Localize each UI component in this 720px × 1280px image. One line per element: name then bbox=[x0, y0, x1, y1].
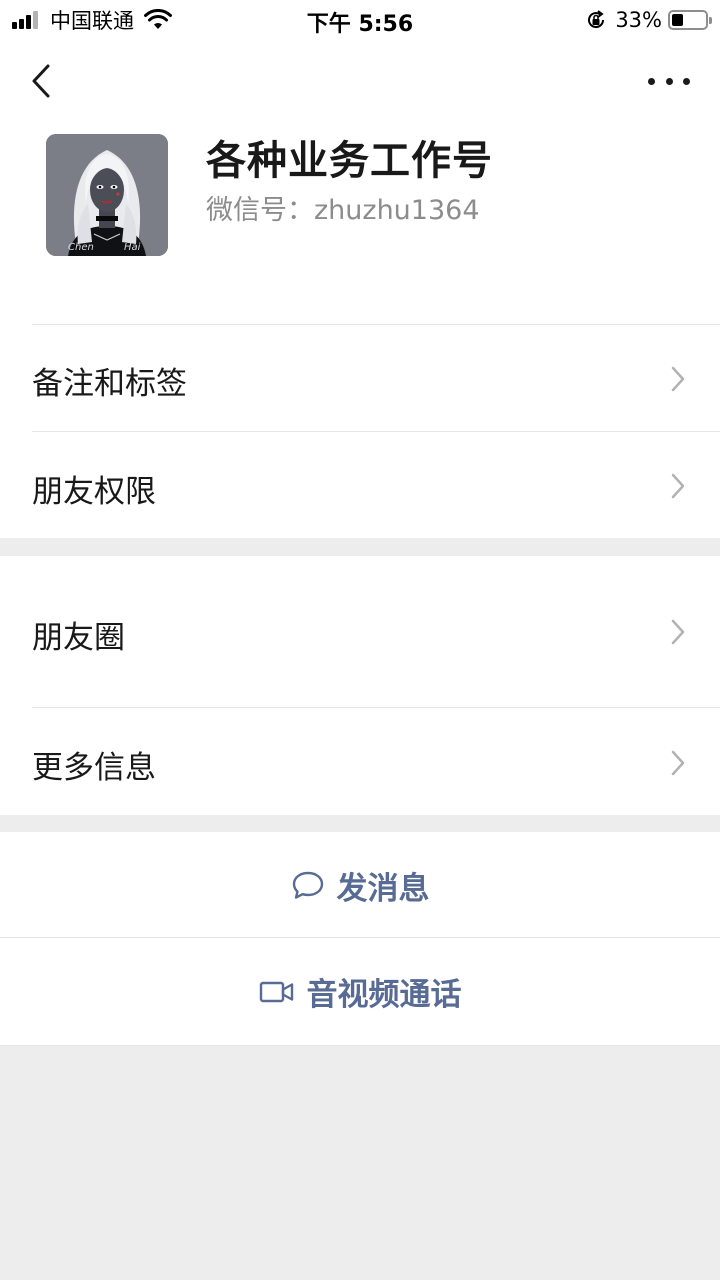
rotation-lock-icon bbox=[588, 10, 605, 29]
avatar-caption-right: Hai bbox=[124, 242, 141, 253]
settings-group-1: 备注和标签 朋友权限 bbox=[0, 324, 720, 538]
more-info-label: 更多信息 bbox=[32, 750, 156, 786]
chevron-right-icon bbox=[671, 366, 685, 392]
status-bar: 中国联通 下午 5:56 33% bbox=[0, 0, 720, 40]
video-camera-icon bbox=[259, 981, 293, 1002]
nav-bar bbox=[0, 40, 720, 120]
settings-group-2: 朋友圈 更多信息 bbox=[0, 556, 720, 815]
chevron-left-icon bbox=[32, 64, 50, 98]
chevron-right-icon bbox=[671, 619, 685, 645]
profile-header: Chen Hai 各种业务工作号 微信号：zhuzhu1364 bbox=[0, 120, 720, 325]
chevron-right-icon bbox=[671, 473, 685, 499]
friend-permissions-label: 朋友权限 bbox=[32, 474, 156, 510]
send-message-button[interactable]: 发消息 bbox=[0, 832, 720, 938]
send-message-label: 发消息 bbox=[336, 870, 430, 907]
wifi-icon bbox=[144, 9, 172, 29]
carrier-name: 中国联通 bbox=[50, 9, 134, 33]
more-dots-icon bbox=[648, 77, 655, 85]
battery-icon bbox=[668, 10, 712, 30]
avatar-caption-left: Chen bbox=[68, 242, 94, 253]
remark-tags-label: 备注和标签 bbox=[32, 366, 187, 402]
cellular-signal-icon bbox=[12, 11, 40, 29]
remark-tags-cell[interactable]: 备注和标签 bbox=[0, 325, 720, 432]
divider bbox=[0, 1045, 720, 1046]
friend-permissions-cell[interactable]: 朋友权限 bbox=[0, 432, 720, 538]
more-info-cell[interactable]: 更多信息 bbox=[0, 707, 720, 815]
chat-bubble-icon bbox=[292, 871, 323, 899]
back-button[interactable] bbox=[24, 60, 60, 104]
contact-profile-screen: 中国联通 下午 5:56 33% Chen Hai 各种业务工作号 微信号：zh… bbox=[0, 0, 720, 1280]
avatar[interactable]: Chen Hai bbox=[46, 134, 168, 256]
status-left: 中国联通 bbox=[12, 6, 172, 34]
battery-percent: 33% bbox=[615, 8, 662, 32]
av-call-button[interactable]: 音视频通话 bbox=[0, 938, 720, 1045]
avatar-portrait-image: Chen Hai bbox=[46, 134, 168, 256]
moments-cell[interactable]: 朋友圈 bbox=[0, 556, 720, 707]
status-right: 33% bbox=[585, 6, 712, 34]
av-call-label: 音视频通话 bbox=[306, 977, 462, 1013]
wechat-id[interactable]: 微信号：zhuzhu1364 bbox=[206, 188, 480, 227]
moments-label: 朋友圈 bbox=[32, 620, 125, 656]
more-button[interactable] bbox=[648, 66, 690, 96]
contact-nickname: 各种业务工作号 bbox=[206, 138, 493, 184]
chevron-right-icon bbox=[671, 750, 685, 776]
